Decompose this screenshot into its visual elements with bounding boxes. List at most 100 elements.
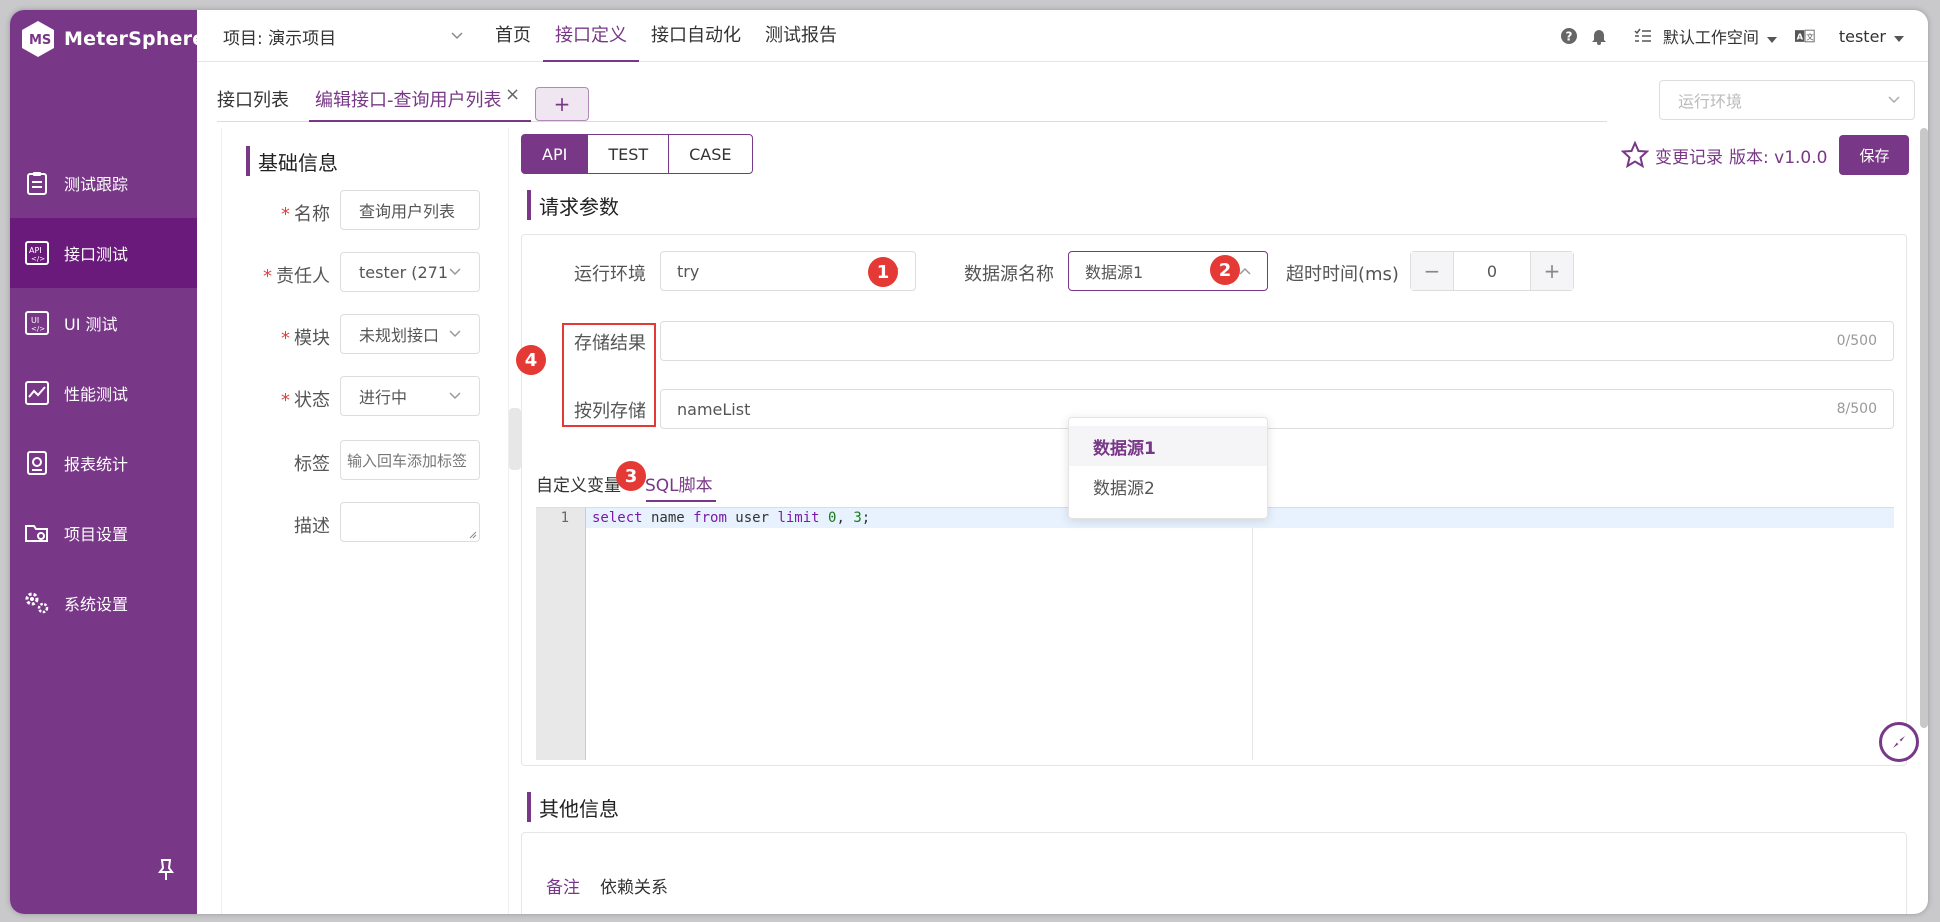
status-select[interactable]: 进行中: [340, 376, 480, 416]
timeout-label: 超时时间(ms): [1286, 264, 1399, 285]
user-menu[interactable]: tester: [1839, 27, 1904, 46]
bell-icon[interactable]: [1589, 26, 1609, 46]
annotation-badge-1: 1: [868, 257, 898, 287]
change-log-link[interactable]: 变更记录: [1655, 143, 1723, 168]
field-tags-label: 标签: [294, 454, 330, 475]
vertical-scrollbar[interactable]: [1920, 128, 1928, 728]
run-environment-select[interactable]: 运行环境: [1659, 80, 1915, 120]
chevron-down-icon: [449, 330, 461, 338]
datasource-option-2[interactable]: 数据源2: [1069, 466, 1267, 506]
tab-api[interactable]: API: [521, 134, 589, 174]
collapse-panel-handle[interactable]: [509, 408, 521, 470]
name-input[interactable]: 查询用户列表: [340, 190, 480, 230]
sidebar-nav: 测试跟踪 API </> 接口测试 UI </> UI 测试 性能测试 报表统计…: [10, 148, 197, 638]
sidebar: MS MeterSphere 测试跟踪 API</> 接口测试 UI </>: [10, 10, 205, 914]
sql-number: 3: [853, 510, 862, 526]
resize-handle-icon[interactable]: [469, 531, 477, 539]
top-nav: 首页 接口定义 接口自动化 测试报告: [483, 10, 849, 62]
store-result-label: 存储结果: [574, 333, 646, 354]
version-label[interactable]: 版本: v1.0.0: [1729, 143, 1827, 168]
sidebar-item-performance-test[interactable]: 性能测试: [10, 358, 197, 428]
nav-api-automation[interactable]: 接口自动化: [639, 10, 753, 62]
top-header: 项目: 演示项目 首页 接口定义 接口自动化 测试报告 ? 默认工作空间 A文 …: [197, 10, 1928, 62]
chevron-down-icon: [451, 32, 463, 40]
timeout-stepper: − 0 +: [1410, 251, 1574, 291]
help-icon[interactable]: ?: [1559, 26, 1579, 46]
datasource-option-1[interactable]: 数据源1: [1069, 426, 1267, 466]
tab-dependencies[interactable]: 依赖关系: [600, 873, 668, 898]
workspace-select[interactable]: 默认工作空间: [1663, 24, 1777, 48]
annotation-badge-4: 4: [516, 345, 546, 375]
nav-test-report[interactable]: 测试报告: [753, 10, 849, 62]
store-column-input[interactable]: nameList 8/500: [660, 389, 1894, 429]
other-info-box: 备注 依赖关系: [521, 832, 1907, 914]
tab-remarks[interactable]: 备注: [546, 873, 580, 898]
close-icon[interactable]: ×: [505, 84, 520, 105]
sql-editor[interactable]: 1 select name from user limit 0, 3;: [536, 507, 1894, 761]
sql-keyword: from: [693, 510, 727, 526]
nav-home[interactable]: 首页: [483, 10, 543, 62]
env-label: 运行环境: [574, 264, 646, 285]
save-button[interactable]: 保存: [1839, 135, 1910, 175]
owner-select[interactable]: tester (2713: [340, 252, 480, 292]
datasource-select-value: 数据源1: [1085, 263, 1144, 282]
chevron-down-icon: [1888, 96, 1900, 104]
tab-test[interactable]: TEST: [587, 134, 670, 174]
description-textarea[interactable]: [340, 502, 480, 542]
sql-keyword: select: [592, 510, 643, 526]
star-icon[interactable]: [1621, 141, 1649, 169]
field-owner-label: * 责任人: [263, 266, 330, 287]
sidebar-item-report[interactable]: 报表统计: [10, 428, 197, 498]
project-select[interactable]: 项目: 演示项目: [223, 22, 463, 50]
mode-tabs: API TEST CASE: [521, 134, 753, 174]
sidebar-item-test-tracking[interactable]: 测试跟踪: [10, 148, 197, 218]
module-select[interactable]: 未规划接口: [340, 314, 480, 354]
store-column-label: 按列存储: [574, 401, 646, 422]
tab-edit-api[interactable]: 编辑接口-查询用户列表: [315, 86, 502, 112]
request-params-title-text: 请求参数: [539, 194, 619, 219]
clipboard-icon: [24, 170, 50, 196]
sidebar-item-system-settings[interactable]: 系统设置: [10, 568, 197, 638]
tab-api-list[interactable]: 接口列表: [217, 86, 289, 112]
store-column-value: nameList: [677, 399, 751, 419]
field-owner: * 责任人 tester (2713: [222, 252, 510, 294]
timeout-input[interactable]: 0: [1453, 252, 1531, 290]
nav-api-definition[interactable]: 接口定义: [543, 10, 639, 62]
annotation-badge-3: 3: [616, 461, 646, 491]
app-logo[interactable]: MS MeterSphere: [20, 16, 205, 62]
compass-icon[interactable]: [1879, 722, 1919, 762]
active-subtab-indicator: [646, 500, 716, 502]
tags-input[interactable]: 输入回车添加标签: [340, 440, 480, 480]
metersphere-logo-icon: MS: [22, 21, 54, 57]
field-description-label: 描述: [294, 516, 330, 537]
decrement-button[interactable]: −: [1411, 252, 1453, 290]
other-info-tabs: 备注 依赖关系: [546, 873, 668, 898]
pin-icon[interactable]: [156, 858, 176, 882]
sql-identifier: name: [642, 510, 694, 526]
tab-case[interactable]: CASE: [668, 134, 753, 174]
workspace-list-icon: [1633, 26, 1653, 46]
svg-text:</>: </>: [31, 255, 45, 263]
other-info-title: 其他信息: [527, 792, 619, 822]
field-name-label-text: 名称: [294, 204, 330, 225]
svg-text:UI: UI: [31, 316, 39, 325]
svg-text:A: A: [1797, 31, 1804, 41]
store-result-counter: 0/500: [1836, 333, 1877, 349]
active-tab-indicator: [309, 120, 531, 122]
header-right: ? 默认工作空间 A文 tester: [1559, 10, 1904, 62]
field-description: 描述: [222, 502, 510, 544]
env-select-value: try: [677, 261, 700, 281]
tab-custom-variables[interactable]: 自定义变量: [536, 471, 621, 505]
sidebar-item-project-settings[interactable]: 项目设置: [10, 498, 197, 568]
sidebar-item-label: 测试跟踪: [64, 175, 129, 194]
request-params-title: 请求参数: [527, 190, 619, 220]
sidebar-item-ui-test[interactable]: UI </> UI 测试: [10, 288, 197, 358]
section-bar: [527, 792, 531, 822]
sidebar-item-api-test[interactable]: API </> 接口测试: [10, 218, 197, 288]
field-module: * 模块 未规划接口: [222, 314, 510, 356]
add-tab-button[interactable]: +: [535, 87, 589, 121]
sidebar-item-label: 系统设置: [64, 595, 129, 614]
store-result-input[interactable]: 0/500: [660, 321, 1894, 361]
language-icon[interactable]: A文: [1794, 26, 1815, 46]
increment-button[interactable]: +: [1531, 252, 1573, 290]
